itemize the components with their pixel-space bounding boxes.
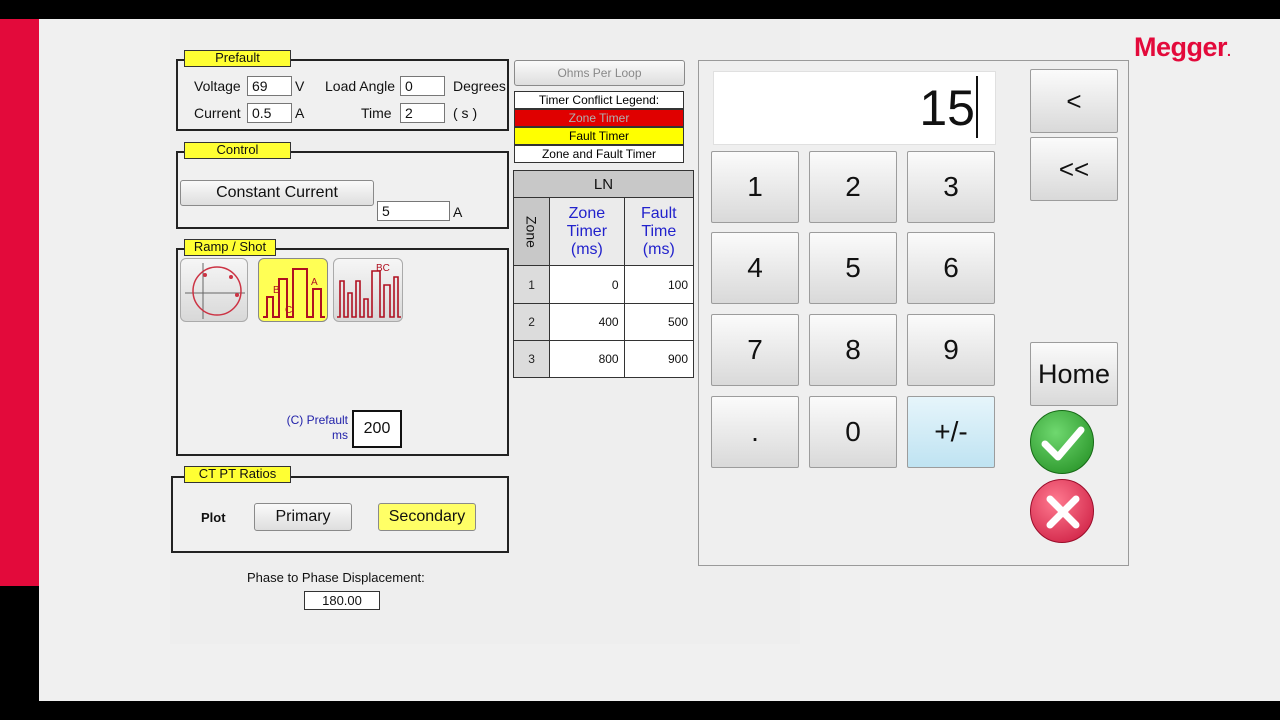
keypad-display[interactable]: 15	[713, 71, 996, 145]
zone-number: 3	[512, 339, 551, 379]
key-4[interactable]: 4	[711, 232, 799, 304]
legend-zone-and-fault: Zone and Fault Timer	[514, 145, 684, 163]
voltage-label: Voltage	[194, 78, 241, 94]
zone-timer-cell[interactable]: 800	[549, 339, 625, 379]
time-label: Time	[361, 105, 392, 121]
key-1[interactable]: 1	[711, 151, 799, 223]
constant-current-button[interactable]: Constant Current	[180, 180, 374, 206]
zone-timer-cell[interactable]: 400	[549, 302, 625, 341]
time-unit: ( s )	[453, 105, 478, 121]
pulse-train-icon[interactable]: BC	[333, 258, 403, 322]
shot-abc-icon[interactable]: B C A	[258, 258, 328, 322]
prefault-title: Prefault	[184, 50, 291, 67]
circle-plot-icon[interactable]	[180, 258, 248, 322]
current-field[interactable]: 0.5	[247, 103, 292, 123]
current-unit: A	[295, 105, 305, 121]
megger-logo: Megger.	[1134, 32, 1231, 62]
load-angle-field[interactable]: 0	[400, 76, 445, 96]
fault-time-cell[interactable]: 500	[623, 302, 695, 341]
cancel-x-icon[interactable]	[1030, 479, 1094, 543]
prefault-ms-label: (C) Prefault ms	[286, 413, 348, 442]
legend-fault-timer: Fault Timer	[514, 127, 684, 145]
fault-time-cell[interactable]: 100	[623, 265, 695, 304]
table-row: 1 0 100	[512, 265, 695, 304]
table-row: 2 400 500	[512, 302, 695, 341]
primary-button[interactable]: Primary	[254, 503, 352, 531]
key-2[interactable]: 2	[809, 151, 897, 223]
svg-text:A: A	[311, 277, 318, 288]
svg-text:B: B	[273, 285, 280, 296]
control-unit: A	[453, 204, 463, 220]
load-angle-unit: Degrees	[453, 78, 506, 94]
table-row: 3 800 900	[512, 339, 695, 379]
bottom-border	[0, 701, 1280, 720]
key-9[interactable]: 9	[907, 314, 995, 386]
plot-label: Plot	[201, 510, 226, 525]
left-black-block	[0, 586, 39, 701]
zone-timer-cell[interactable]: 0	[549, 265, 625, 304]
zone-number: 2	[512, 302, 551, 341]
clear-button[interactable]: <<	[1030, 137, 1118, 201]
ohms-per-loop-button[interactable]: Ohms Per Loop	[514, 60, 685, 86]
legend-zone-timer: Zone Timer	[514, 109, 684, 127]
zone-column-header: Zone	[512, 197, 551, 267]
home-button[interactable]: Home	[1030, 342, 1118, 406]
zone-timer-table: LN Zone Zone Timer (ms) Fault Time (ms) …	[512, 169, 695, 379]
time-field[interactable]: 2	[400, 103, 445, 123]
voltage-unit: V	[295, 78, 305, 94]
legend-title: Timer Conflict Legend:	[514, 91, 684, 109]
key-plus-minus[interactable]: +/-	[907, 396, 995, 468]
text-cursor	[976, 76, 978, 138]
key-8[interactable]: 8	[809, 314, 897, 386]
zone-timer-column-header: Zone Timer (ms)	[549, 197, 625, 267]
top-border	[0, 0, 1280, 19]
fault-time-column-header: Fault Time (ms)	[623, 197, 695, 267]
confirm-check-icon[interactable]	[1030, 410, 1094, 474]
control-title: Control	[184, 142, 291, 159]
key-decimal[interactable]: .	[711, 396, 799, 468]
current-label: Current	[194, 105, 241, 121]
displacement-field[interactable]: 180.00	[304, 591, 380, 610]
displacement-label: Phase to Phase Displacement:	[247, 570, 425, 585]
svg-text:BC: BC	[376, 263, 390, 274]
zone-number: 1	[512, 265, 551, 304]
red-accent-strip	[0, 19, 39, 586]
ct-pt-title: CT PT Ratios	[184, 466, 291, 483]
backspace-button[interactable]: <	[1030, 69, 1118, 133]
secondary-button[interactable]: Secondary	[378, 503, 476, 531]
voltage-field[interactable]: 69	[247, 76, 292, 96]
key-0[interactable]: 0	[809, 396, 897, 468]
zone-table-header: LN	[513, 169, 694, 199]
key-7[interactable]: 7	[711, 314, 799, 386]
key-3[interactable]: 3	[907, 151, 995, 223]
load-angle-label: Load Angle	[325, 78, 396, 94]
ramp-shot-title: Ramp / Shot	[184, 239, 276, 256]
key-6[interactable]: 6	[907, 232, 995, 304]
svg-text:C: C	[285, 305, 292, 316]
fault-time-cell[interactable]: 900	[623, 339, 695, 379]
prefault-ms-field[interactable]: 200	[352, 410, 402, 448]
control-value-field[interactable]: 5	[377, 201, 450, 221]
key-5[interactable]: 5	[809, 232, 897, 304]
